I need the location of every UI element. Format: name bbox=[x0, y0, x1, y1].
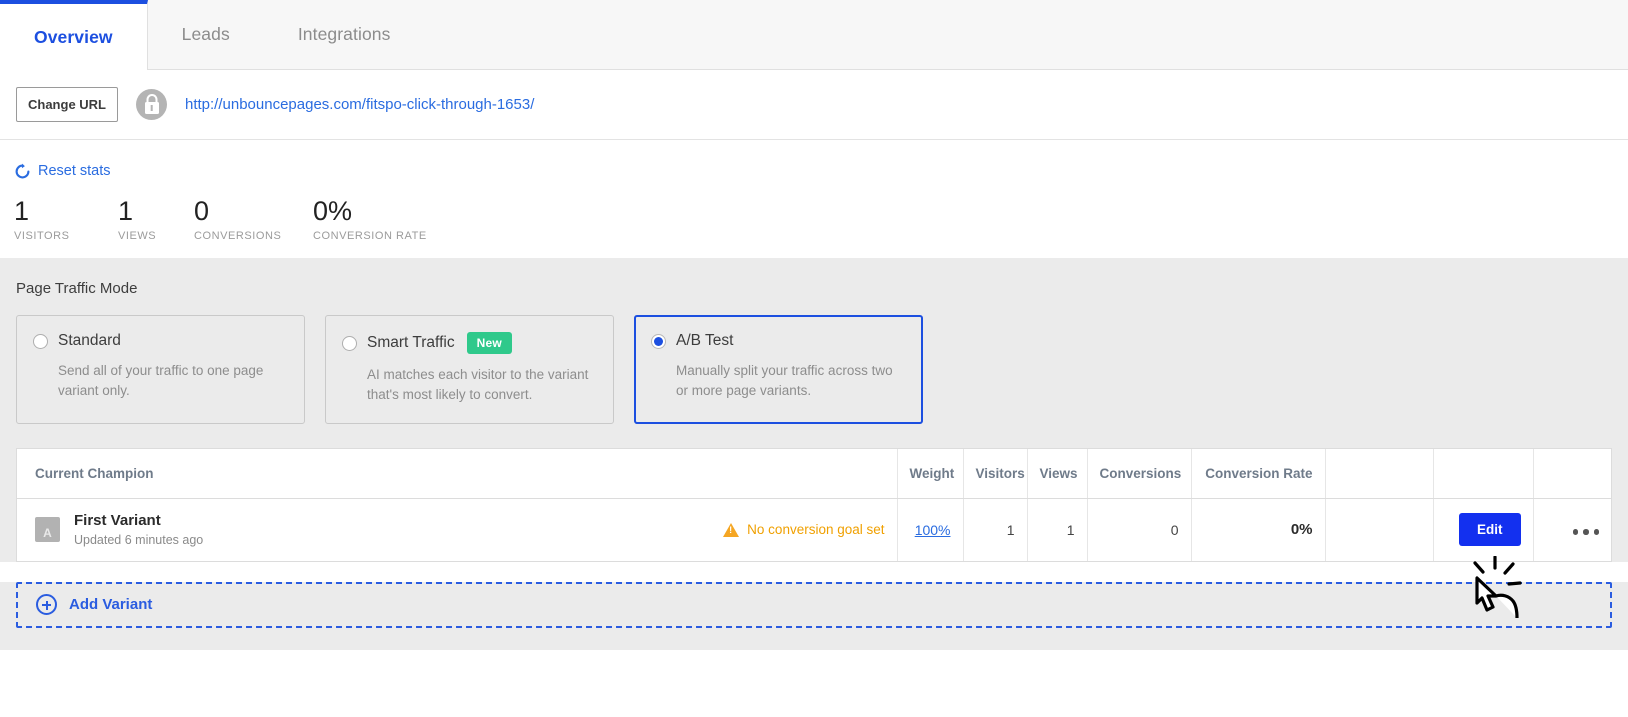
stat-conversions-value: 0 bbox=[194, 196, 210, 226]
tab-overview-label: Overview bbox=[34, 26, 113, 47]
reset-stats-label: Reset stats bbox=[38, 162, 111, 179]
stats-row: 1 VISITORS 1 VIEWS 0 CONVERSIONS 0% CONV… bbox=[14, 196, 1628, 243]
traffic-option-standard-label: Standard bbox=[58, 332, 121, 349]
variant-conversion-rate-cell: 0% bbox=[1190, 498, 1325, 561]
stat-views: 1 VIEWS bbox=[118, 196, 190, 243]
variant-visitors-cell: 1 bbox=[962, 498, 1027, 561]
traffic-option-smart-traffic[interactable]: Smart Traffic New AI matches each visito… bbox=[325, 315, 614, 424]
header-visitors: Visitors bbox=[962, 449, 1027, 499]
warning-label: No conversion goal set bbox=[747, 522, 885, 538]
stat-conversion-rate: 0% CONVERSION RATE bbox=[313, 196, 453, 243]
plus-circle-icon bbox=[36, 594, 57, 615]
stat-conversions-label: CONVERSIONS bbox=[194, 230, 282, 243]
header-spacer-1 bbox=[1324, 449, 1433, 499]
bottom-filler bbox=[0, 627, 1628, 650]
header-views: Views bbox=[1026, 449, 1087, 499]
stat-views-value: 1 bbox=[118, 196, 134, 226]
variants-section: Current Champion Weight Visitors Views C… bbox=[0, 448, 1628, 562]
page-url-link[interactable]: http://unbouncepages.com/fitspo-click-th… bbox=[185, 96, 534, 113]
variant-menu-cell bbox=[1532, 498, 1611, 561]
traffic-option-smart-traffic-description: AI matches each visitor to the variant t… bbox=[367, 367, 589, 402]
add-variant-section: Add Variant bbox=[0, 581, 1628, 628]
ellipsis-icon[interactable] bbox=[1572, 529, 1599, 535]
header-weight: Weight bbox=[896, 449, 963, 499]
header-current-champion: Current Champion bbox=[17, 449, 897, 499]
variant-weight-link[interactable]: 100% bbox=[915, 522, 951, 538]
traffic-option-standard[interactable]: Standard Send all of your traffic to one… bbox=[16, 315, 305, 424]
stat-visitors-label: VISITORS bbox=[14, 230, 70, 243]
stat-views-label: VIEWS bbox=[118, 230, 157, 243]
reset-stats-button[interactable]: Reset stats bbox=[14, 162, 111, 179]
tab-overview[interactable]: Overview bbox=[0, 0, 148, 70]
tab-leads[interactable]: Leads bbox=[148, 0, 264, 69]
warning-triangle-icon bbox=[723, 522, 740, 537]
variants-table-wrapper: Current Champion Weight Visitors Views C… bbox=[16, 448, 1612, 562]
page-traffic-mode-section: Page Traffic Mode Standard Send all of y… bbox=[0, 258, 1628, 448]
variant-edit-cell: Edit bbox=[1432, 498, 1533, 561]
traffic-option-standard-description: Send all of your traffic to one page var… bbox=[58, 363, 264, 398]
app-root: Overview Leads Integrations Change URL h… bbox=[0, 0, 1628, 717]
lock-icon bbox=[136, 89, 167, 120]
variant-views-cell: 1 bbox=[1026, 498, 1087, 561]
tab-integrations-label: Integrations bbox=[297, 24, 391, 44]
header-spacer-3 bbox=[1532, 449, 1611, 499]
stat-visitors: 1 VISITORS bbox=[14, 196, 114, 243]
header-conversion-rate: Conversion Rate bbox=[1190, 449, 1325, 499]
tab-bar: Overview Leads Integrations bbox=[0, 0, 1628, 70]
variants-table-header-row: Current Champion Weight Visitors Views C… bbox=[17, 449, 1611, 499]
radio-standard[interactable] bbox=[33, 333, 48, 349]
table-row: A First Variant Updated 6 minutes ago No… bbox=[17, 498, 1611, 561]
variant-info-cell: A First Variant Updated 6 minutes ago No… bbox=[17, 499, 897, 561]
refresh-icon bbox=[14, 163, 31, 180]
stat-conversion-rate-label: CONVERSION RATE bbox=[313, 230, 427, 243]
change-url-button[interactable]: Change URL bbox=[16, 87, 118, 122]
edit-button[interactable]: Edit bbox=[1459, 513, 1521, 547]
traffic-option-ab-test[interactable]: A/B Test Manually split your traffic acr… bbox=[634, 315, 923, 424]
new-badge: New bbox=[466, 332, 512, 354]
traffic-option-ab-test-label: A/B Test bbox=[676, 332, 734, 349]
add-variant-label: Add Variant bbox=[69, 596, 153, 613]
header-spacer-2 bbox=[1432, 449, 1533, 499]
variant-updated-timestamp: Updated 6 minutes ago bbox=[74, 533, 204, 548]
radio-ab-test[interactable] bbox=[651, 333, 666, 349]
stat-visitors-value: 1 bbox=[14, 196, 30, 226]
stat-conversions: 0 CONVERSIONS bbox=[194, 196, 309, 243]
variant-thumbnail: A bbox=[35, 517, 60, 543]
variant-empty-cell bbox=[1324, 498, 1433, 561]
tab-integrations[interactable]: Integrations bbox=[264, 0, 425, 69]
traffic-option-ab-test-description: Manually split your traffic across two o… bbox=[676, 363, 893, 398]
traffic-option-smart-traffic-label: Smart Traffic bbox=[367, 334, 455, 351]
no-conversion-goal-warning: No conversion goal set bbox=[723, 522, 885, 538]
stats-panel: Reset stats 1 VISITORS 1 VIEWS 0 CONVERS… bbox=[0, 140, 1628, 258]
variant-weight-cell: 100% bbox=[896, 498, 963, 561]
radio-smart-traffic[interactable] bbox=[342, 335, 357, 351]
header-conversions: Conversions bbox=[1086, 449, 1191, 499]
variants-table: Current Champion Weight Visitors Views C… bbox=[17, 449, 1611, 561]
add-variant-button[interactable]: Add Variant bbox=[16, 581, 1612, 628]
variant-conversions-cell: 0 bbox=[1086, 498, 1191, 561]
page-traffic-mode-title: Page Traffic Mode bbox=[16, 280, 138, 297]
tab-leads-label: Leads bbox=[181, 24, 230, 44]
url-bar: Change URL http://unbouncepages.com/fits… bbox=[0, 70, 1628, 140]
stat-conversion-rate-value: 0% bbox=[313, 196, 353, 226]
variant-name: First Variant bbox=[74, 512, 161, 530]
traffic-mode-options: Standard Send all of your traffic to one… bbox=[16, 315, 1612, 424]
variant-conversion-rate-value: 0% bbox=[1290, 521, 1313, 539]
